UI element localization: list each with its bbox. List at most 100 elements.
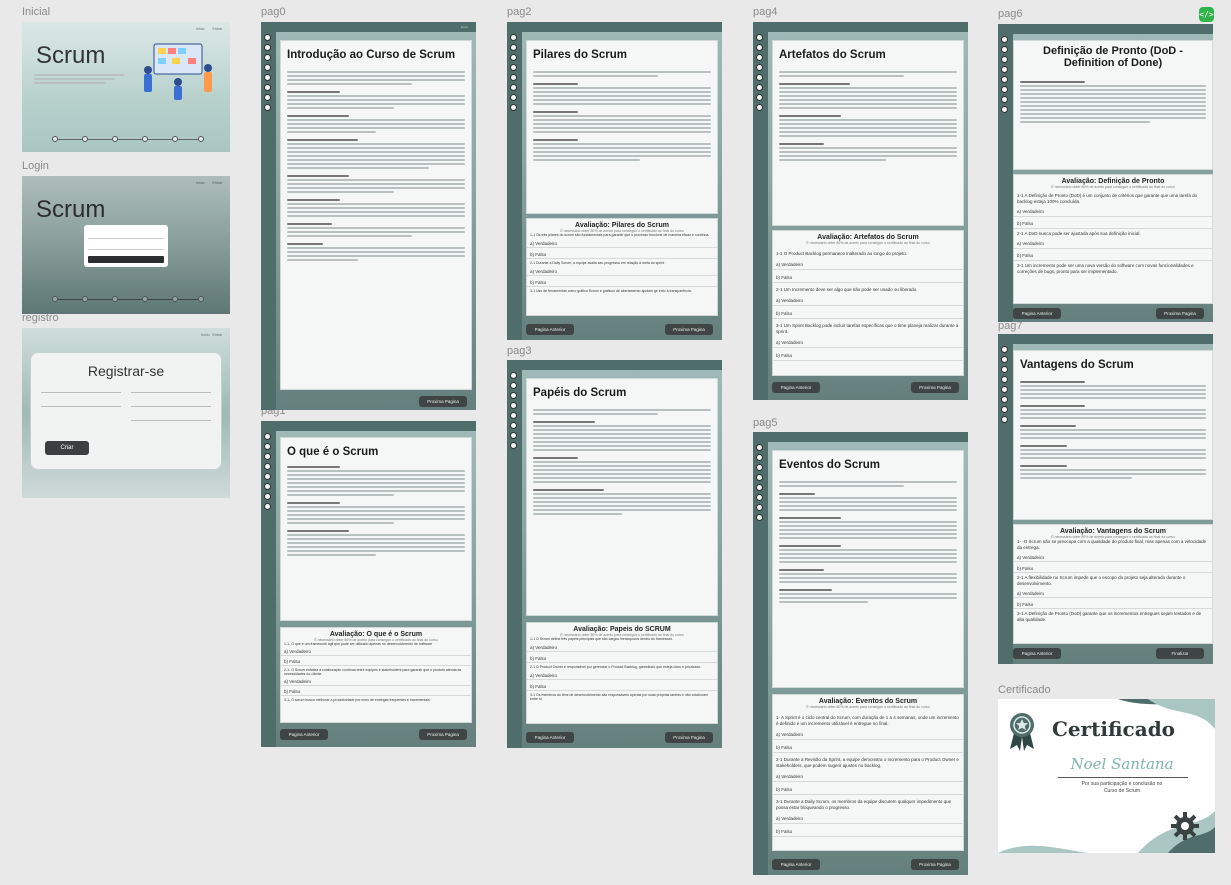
next-page-button[interactable]: Proxima Pagina [665,324,713,335]
page-dots-nav[interactable] [756,34,764,114]
prev-page-button[interactable]: Pagina Anterior [772,382,820,393]
option-true[interactable]: a) Verdadeiro [1014,207,1212,217]
nav-login-link[interactable]: Entrar [212,333,222,337]
quiz-title: Avaliação: O que é o Scrum [329,631,423,638]
frame-registro: Início Entrar Registrar-se Criar [22,328,230,498]
option-true[interactable]: a) Verdadeiro [1014,589,1212,598]
option-true[interactable]: a) Verdadeiro [1014,553,1212,562]
page-dots-nav[interactable] [510,372,518,452]
option-true[interactable]: a) Verdadeiro [773,295,963,306]
lesson-sheet: Eventos do Scrum [772,450,964,688]
quiz-panel: Avaliação: Eventos do Scrum É necessário… [772,694,964,851]
page-dots-nav[interactable] [264,433,272,513]
option-false[interactable]: b) Falso [1014,600,1212,609]
option-true[interactable]: a) Verdadeiro [773,729,963,740]
option-true[interactable]: a) Verdadeiro [281,678,471,686]
page-dots-nav[interactable] [1001,346,1009,426]
option-true[interactable]: a) Verdadeiro [281,648,471,656]
nav-home-link[interactable]: Início [461,25,468,29]
page-dots-nav[interactable] [1001,36,1009,116]
top-nav: Início Entrar [188,27,222,31]
prev-page-button[interactable]: Pagina Anterior [280,729,328,740]
question-3: 3-1- O scrum busca melhorar a produtivid… [284,698,431,702]
finish-button[interactable]: Finalizar [1156,648,1204,659]
quiz-title: Avaliação: Papeis do SCRUM [573,626,671,633]
option-false[interactable]: b) Falso [773,350,963,361]
nav-home-link[interactable]: Início [196,27,204,31]
nav-home-link[interactable]: Início [201,333,209,337]
phone-field[interactable] [131,401,211,407]
prev-page-button[interactable]: Pagina Anterior [1013,308,1061,319]
option-false[interactable]: b) Falso [527,654,717,663]
option-true[interactable]: a) Verdadeiro [773,771,963,782]
gear-icon [1171,812,1199,840]
option-false[interactable]: b) Falso [773,784,963,795]
medal-icon [1010,713,1034,751]
lesson-sheet: Introdução ao Curso de Scrum [280,40,472,390]
page-dots-nav[interactable] [756,444,764,524]
email-field[interactable] [131,387,211,393]
frame-pag7: Vantagens do Scrum Avaliação: Vantagens … [998,334,1213,664]
option-true[interactable]: a) Verdadeiro [773,813,963,824]
frame-pag6: Definição de Pronto (DoD - Definition of… [998,24,1213,322]
option-true[interactable]: a) Verdadeiro [527,643,717,652]
question-1: 1-1 O Product Backlog permanece inaltera… [776,251,908,256]
prev-page-button[interactable]: Pagina Anterior [772,859,820,870]
next-page-button[interactable]: Proxima Pagina [419,396,467,407]
code-icon[interactable]: </> [1199,7,1214,22]
lesson-title: Eventos do Scrum [779,459,880,471]
question-2: 2-1 Durante a Revisão da Sprint, a equip… [776,757,959,768]
next-page-button[interactable]: Proxima Pagina [665,732,713,743]
username-field[interactable] [88,233,164,239]
password-field[interactable] [41,401,121,407]
page-dots-nav[interactable] [264,34,272,114]
option-true[interactable]: a) Verdadeiro [527,671,717,680]
option-false[interactable]: b) Falso [1014,564,1212,573]
prev-page-button[interactable]: Pagina Anterior [526,324,574,335]
option-false[interactable]: b) Falso [1014,219,1212,229]
option-true[interactable]: a) Verdadeiro [527,239,717,248]
next-page-button[interactable]: Proxima Pagina [911,382,959,393]
option-true[interactable]: a) Verdadeiro [773,259,963,270]
option-true[interactable]: a) Verdadeiro [773,337,963,348]
quiz-subtitle: É necessário obter 80% de acerto para co… [806,705,930,709]
question-2: 2-1 Durante a Daily Scrum, a equipe aval… [530,261,665,265]
page-dots-nav[interactable] [510,34,518,114]
question-3: 3-1 Os membros do time de desenvolviment… [530,693,709,701]
password-field[interactable] [88,244,164,250]
login-button[interactable] [88,256,164,263]
option-false[interactable]: b) Falso [1014,251,1212,261]
login-modal [84,225,168,267]
option-true[interactable]: a) Verdadeiro [527,267,717,276]
lesson-body [533,409,711,613]
option-false[interactable]: b) Falso [773,272,963,283]
question-2: 2-1 A DoD nunca pode ser ajustada após s… [1017,231,1141,236]
question-3: 3-1 A Definição de Pronto (DoD) garante … [1017,611,1202,622]
option-true[interactable]: a) Verdadeiro [1014,239,1212,249]
question-3: 3-1 Uso de ferramentas como gráfico Scru… [530,289,692,293]
recipient-name: Noel Santana [1070,755,1174,773]
birth-field[interactable] [131,415,211,421]
option-false[interactable]: b) Falso [281,688,471,696]
name-field[interactable] [41,387,121,393]
next-page-button[interactable]: Proxima Pagina [419,729,467,740]
option-false[interactable]: b) Falso [281,658,471,666]
next-page-button[interactable]: Proxima Pagina [1156,308,1204,319]
option-false[interactable]: b) Falso [527,250,717,259]
lesson-sheet: Definição de Pronto (DoD - Definition of… [1013,40,1213,170]
team-illustration [144,43,212,100]
quiz-panel: Avaliação: Pilares do Scrum É necessário… [526,218,718,316]
prev-page-button[interactable]: Pagina Anterior [1013,648,1061,659]
prev-page-button[interactable]: Pagina Anterior [526,732,574,743]
option-false[interactable]: b) Falso [773,826,963,837]
question-1: 1- A Sprint é o ciclo central do Scrum, … [776,715,959,726]
lesson-sheet: Artefatos do Scrum [772,40,964,226]
option-false[interactable]: b) Falso [527,682,717,691]
option-false[interactable]: b) Falso [773,308,963,319]
nav-login-link[interactable]: Entrar [212,27,222,31]
next-page-button[interactable]: Proxima Pagina [911,859,959,870]
option-false[interactable]: b) Falso [527,278,717,287]
option-false[interactable]: b) Falso [773,742,963,753]
quiz-subtitle: É necessário obter 80% de acerto para co… [806,241,930,245]
create-button[interactable]: Criar [45,441,89,455]
